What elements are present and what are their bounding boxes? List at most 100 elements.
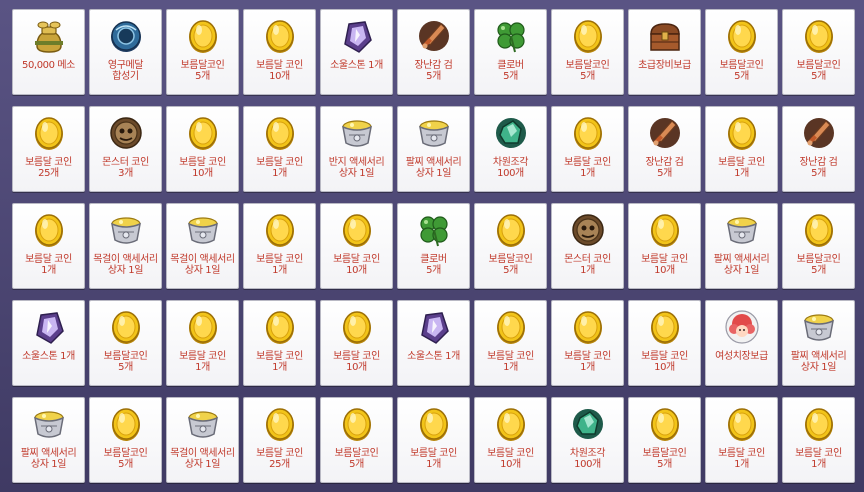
reward-slot[interactable]: 초급장비보급	[628, 9, 701, 95]
reward-slot[interactable]: 보름달 코인 1개	[397, 397, 470, 483]
reward-slot[interactable]: 보름달 코인 25개	[243, 397, 316, 483]
reward-slot[interactable]: 영구메달 합성기	[89, 9, 162, 95]
reward-label: 장난감 검 5개	[783, 157, 854, 179]
reward-slot[interactable]: 보름달 코인 1개	[474, 300, 547, 386]
reward-slot[interactable]: 보름달코인 5개	[628, 397, 701, 483]
accessory-box-icon	[414, 113, 454, 153]
reward-slot[interactable]: 팔찌 액세서리 상자 1일	[782, 300, 855, 386]
reward-slot[interactable]: 보름달 코인 1개	[12, 203, 85, 289]
reward-name: 보름달코인	[642, 448, 687, 459]
coin-icon	[645, 307, 685, 347]
reward-label: 팔찌 액세서리 상자 1일	[13, 448, 84, 470]
reward-slot[interactable]: 장난감 검 5개	[782, 106, 855, 192]
reward-slot[interactable]: 보름달코인 5개	[782, 203, 855, 289]
reward-slot[interactable]: 보름달 코인 25개	[12, 106, 85, 192]
reward-name: 보름달 코인	[487, 351, 534, 362]
reward-slot[interactable]: 클로버 5개	[397, 203, 470, 289]
reward-label: 장난감 검 5개	[398, 60, 469, 82]
reward-label: 보름달 코인 10개	[321, 351, 392, 373]
reward-slot[interactable]: 여성치장보급	[705, 300, 778, 386]
reward-slot[interactable]: 소울스톤 1개	[320, 9, 393, 95]
reward-slot[interactable]: 장난감 검 5개	[397, 9, 470, 95]
reward-label: 보름달코인 5개	[90, 448, 161, 470]
coin-icon	[799, 210, 839, 250]
reward-label: 클로버 5개	[475, 60, 546, 82]
reward-slot[interactable]: 목걸이 액세서리 상자 1일	[166, 203, 239, 289]
reward-slot[interactable]: 보름달 코인 1개	[243, 300, 316, 386]
reward-quantity: 1개	[811, 459, 826, 470]
reward-name: 보름달 코인	[564, 351, 611, 362]
reward-name: 장난감 검	[799, 157, 838, 168]
reward-slot[interactable]: 소울스톤 1개	[397, 300, 470, 386]
reward-name: 보름달코인	[103, 351, 148, 362]
reward-slot[interactable]: 보름달코인 5개	[166, 9, 239, 95]
reward-quantity: 5개	[503, 265, 518, 276]
reward-slot[interactable]: 보름달 코인 1개	[243, 203, 316, 289]
reward-slot[interactable]: 보름달 코인 1개	[243, 106, 316, 192]
reward-slot[interactable]: 보름달코인 5개	[705, 9, 778, 95]
reward-slot[interactable]: 차원조각 100개	[551, 397, 624, 483]
reward-quantity: 1개	[41, 265, 56, 276]
reward-slot[interactable]: 보름달 코인 1개	[551, 300, 624, 386]
reward-name: 보름달 코인	[256, 157, 303, 168]
reward-slot[interactable]: 차원조각 100개	[474, 106, 547, 192]
reward-slot[interactable]: 보름달코인 5개	[782, 9, 855, 95]
reward-slot[interactable]: 보름달 코인 10개	[320, 300, 393, 386]
reward-label: 보름달 코인 1개	[244, 254, 315, 276]
reward-slot[interactable]: 몬스터 코인 1개	[551, 203, 624, 289]
reward-slot[interactable]: 보름달코인 5개	[551, 9, 624, 95]
reward-label: 차원조각 100개	[475, 157, 546, 179]
accessory-box-icon	[29, 404, 69, 444]
reward-label: 보름달 코인 1개	[398, 448, 469, 470]
reward-slot[interactable]: 보름달 코인 1개	[166, 300, 239, 386]
reward-slot[interactable]: 보름달 코인 10개	[474, 397, 547, 483]
mesos-bag-icon	[29, 16, 69, 56]
reward-name: 50,000 메소	[22, 60, 75, 71]
reward-name: 보름달 코인	[256, 254, 303, 265]
reward-slot[interactable]: 보름달 코인 10개	[628, 203, 701, 289]
reward-slot[interactable]: 보름달코인 5개	[474, 203, 547, 289]
reward-slot[interactable]: 보름달 코인 10개	[166, 106, 239, 192]
reward-slot[interactable]: 몬스터 코인 3개	[89, 106, 162, 192]
reward-slot[interactable]: 목걸이 액세서리 상자 1일	[89, 203, 162, 289]
toy-sword-icon	[414, 16, 454, 56]
reward-slot[interactable]: 소울스톤 1개	[12, 300, 85, 386]
reward-slot[interactable]: 보름달 코인 10개	[243, 9, 316, 95]
accessory-box-icon	[183, 404, 223, 444]
reward-slot[interactable]: 팔찌 액세서리 상자 1일	[397, 106, 470, 192]
reward-slot[interactable]: 팔찌 액세서리 상자 1일	[705, 203, 778, 289]
reward-slot[interactable]: 보름달코인 5개	[89, 397, 162, 483]
reward-quantity: 1개	[426, 459, 441, 470]
reward-slot[interactable]: 목걸이 액세서리 상자 1일	[166, 397, 239, 483]
reward-label: 보름달코인 5개	[783, 254, 854, 276]
reward-name: 보름달 코인	[25, 254, 72, 265]
reward-quantity: 상자 1일	[184, 459, 221, 470]
reward-name: 보름달 코인	[641, 351, 688, 362]
reward-slot[interactable]: 반지 액세서리 상자 1일	[320, 106, 393, 192]
reward-slot[interactable]: 보름달 코인 1개	[782, 397, 855, 483]
reward-slot[interactable]: 보름달 코인 1개	[705, 397, 778, 483]
reward-label: 보름달 코인 1개	[706, 157, 777, 179]
reward-quantity: 25개	[269, 459, 290, 470]
coin-icon	[260, 113, 300, 153]
reward-quantity: 10개	[500, 459, 521, 470]
reward-slot[interactable]: 클로버 5개	[474, 9, 547, 95]
reward-slot[interactable]: 보름달 코인 10개	[628, 300, 701, 386]
reward-slot[interactable]: 팔찌 액세서리 상자 1일	[12, 397, 85, 483]
reward-name: 보름달 코인	[256, 448, 303, 459]
reward-slot[interactable]: 보름달 코인 1개	[551, 106, 624, 192]
reward-name: 보름달 코인	[718, 448, 765, 459]
reward-label: 보름달 코인 25개	[13, 157, 84, 179]
reward-slot[interactable]: 보름달 코인 1개	[705, 106, 778, 192]
reward-slot[interactable]: 보름달코인 5개	[320, 397, 393, 483]
coin-icon	[799, 404, 839, 444]
reward-slot[interactable]: 보름달코인 5개	[89, 300, 162, 386]
reward-label: 보름달 코인 1개	[13, 254, 84, 276]
reward-name: 보름달 코인	[179, 157, 226, 168]
reward-slot[interactable]: 50,000 메소	[12, 9, 85, 95]
reward-slot[interactable]: 보름달 코인 10개	[320, 203, 393, 289]
reward-label: 보름달코인 5개	[475, 254, 546, 276]
reward-slot[interactable]: 장난감 검 5개	[628, 106, 701, 192]
reward-label: 보름달 코인 1개	[552, 351, 623, 373]
coin-icon	[260, 404, 300, 444]
